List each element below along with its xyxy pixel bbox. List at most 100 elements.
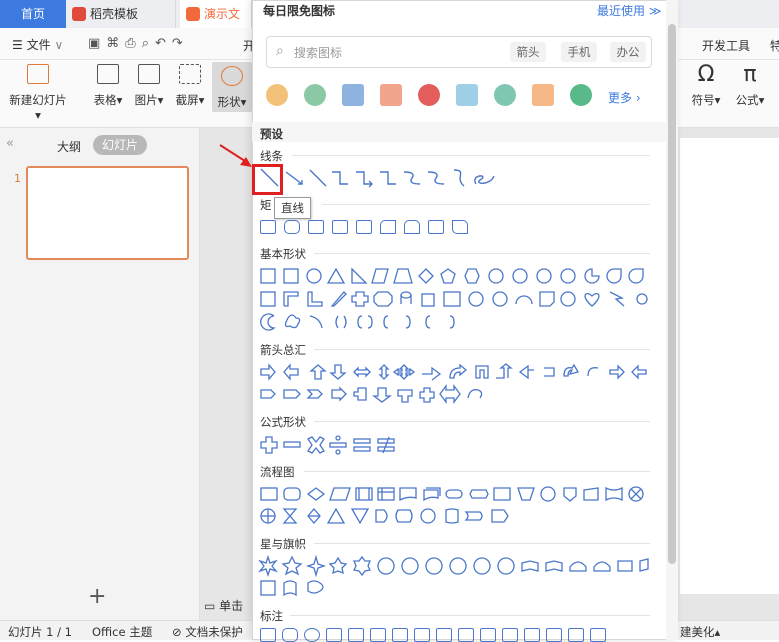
slide-thumbnail[interactable] — [26, 166, 189, 260]
round-diag2-rect-shape[interactable] — [452, 220, 468, 234]
screenshot-button[interactable]: 截屏▾ — [172, 64, 208, 108]
shapes-label: 形状 — [217, 95, 241, 109]
omega-icon: Ω — [697, 62, 715, 87]
beautify-label: 建美化 — [680, 625, 715, 639]
print-icon[interactable]: ⎙ — [125, 36, 141, 51]
table-arrow: ▾ — [116, 93, 123, 107]
symbol-arrow: ▾ — [714, 93, 721, 107]
round2-rect-shape[interactable] — [404, 220, 420, 234]
tab-daoke-label: 稻壳模板 — [90, 7, 139, 21]
tab-outline[interactable]: 大纲 — [57, 138, 81, 155]
redo-icon[interactable]: ↷ — [172, 36, 189, 51]
daily-free-icons-title: 每日限免图标 — [263, 4, 336, 18]
menu-dev-tools[interactable]: 开发工具 — [702, 37, 750, 54]
beautify-button[interactable]: 建美化▴ — [680, 624, 720, 640]
round-snip-rect-shape[interactable] — [380, 220, 396, 234]
tab-presentation[interactable]: 演示文稿 — [180, 0, 252, 49]
basic-shapes-grid — [260, 267, 648, 331]
callouts-section-title: 标注 — [260, 609, 283, 623]
doctor-icon[interactable] — [304, 84, 326, 106]
menu-special[interactable]: 特 — [770, 37, 779, 54]
slide-number: 1 — [14, 172, 21, 185]
symbol-button[interactable]: Ω 符号▾ — [688, 64, 724, 108]
format-painter-icon[interactable]: ⌘ — [106, 36, 125, 51]
chevron-right-icon: › — [635, 91, 641, 105]
medicine-icon[interactable] — [494, 84, 516, 106]
head-icon[interactable] — [266, 84, 288, 106]
pi-icon: π — [743, 62, 757, 87]
equation-section-title: 公式形状 — [260, 415, 306, 429]
arrow-shapes-grid — [260, 363, 647, 404]
tab-home[interactable]: 首页 — [0, 0, 66, 28]
shield-status-icon: ⊘ — [172, 625, 182, 639]
stars-section-title: 星与旗帜 — [260, 537, 306, 551]
file-label: 文件 — [26, 38, 51, 52]
file-menu[interactable]: ☰ 文件 ∨ — [12, 36, 63, 53]
tab-slides[interactable]: 幻灯片 — [93, 135, 147, 155]
search-tag-arrow[interactable]: 箭头 — [510, 42, 546, 62]
protect-label: 文档未保护 — [185, 625, 243, 639]
collapse-icon[interactable]: « — [6, 136, 14, 151]
protect-status[interactable]: ⊘ 文档未保护 — [172, 624, 243, 640]
lines-divider — [292, 155, 650, 156]
quick-access-toolbar: ▣⌘⎙⌕↶↷ — [88, 36, 189, 51]
notes-label: 单击 — [219, 599, 244, 613]
panel-scrollbar-thumb[interactable] — [668, 24, 676, 564]
callouts-divider — [290, 615, 650, 616]
notes-icon: ▭ — [204, 599, 216, 613]
undo-icon[interactable]: ↶ — [155, 36, 172, 51]
table-button[interactable]: 表格▾ — [90, 64, 126, 108]
round-diag-rect-shape[interactable] — [428, 220, 444, 234]
picture-arrow: ▾ — [157, 93, 164, 107]
stars-shapes-grid — [258, 555, 649, 597]
flowchart-divider — [304, 471, 650, 472]
picture-button[interactable]: 图片▾ — [131, 64, 167, 108]
tab-daoke[interactable]: 稻壳模板 — [66, 0, 176, 28]
monitor-icon[interactable] — [380, 84, 402, 106]
new-slide-button[interactable]: 新建幻灯片▾ — [8, 64, 68, 122]
preset-title: 预设 — [260, 127, 283, 141]
theme-name[interactable]: Office 主题 — [92, 624, 152, 640]
search-input[interactable]: 搜索图标 — [294, 44, 342, 61]
picture-icon — [138, 64, 160, 84]
search-tag-phone[interactable]: 手机 — [561, 42, 597, 62]
equation-divider — [314, 421, 650, 422]
preset-header — [252, 122, 666, 142]
preview-icon[interactable]: ⌕ — [142, 36, 155, 51]
line-shapes-row — [260, 168, 495, 188]
notes-prompt[interactable]: ▭ 单击 — [204, 597, 243, 614]
save-icon[interactable]: ▣ — [88, 36, 106, 51]
rect-shapes-row — [260, 220, 468, 234]
rounded-rect-shape[interactable] — [284, 220, 300, 234]
snip-diag-rect-shape[interactable] — [356, 220, 372, 234]
shapes-button[interactable]: 形状▾ — [212, 62, 252, 112]
search-tag-office[interactable]: 办公 — [610, 42, 646, 62]
rect-divider — [322, 204, 650, 205]
equation-button[interactable]: π 公式▾ — [730, 64, 770, 108]
snip2-rect-shape[interactable] — [332, 220, 348, 234]
report-icon[interactable] — [456, 84, 478, 106]
snip-rect-shape[interactable] — [308, 220, 324, 234]
search-icon: ⌕ — [276, 43, 284, 59]
more-icons-link[interactable]: 更多 › — [608, 89, 641, 106]
equation-shapes-row — [260, 435, 395, 455]
pointer-arrow-icon — [219, 144, 252, 167]
shapes-icon — [221, 66, 243, 86]
recent-link[interactable]: 最近使用 ≫ — [597, 2, 661, 19]
heart-icon[interactable] — [418, 84, 440, 106]
thermometer-icon[interactable] — [532, 84, 554, 106]
equation-arrow: ▾ — [758, 93, 765, 107]
shield-icon[interactable] — [570, 84, 592, 106]
double-chevron-right-icon: ≫ — [648, 4, 662, 18]
xray-icon[interactable] — [342, 84, 364, 106]
rectangle-shape[interactable] — [260, 220, 276, 234]
slide-canvas[interactable] — [680, 138, 779, 594]
add-slide-button[interactable]: + — [88, 584, 106, 609]
tooltip-line: 直线 — [274, 197, 311, 219]
basic-divider — [314, 253, 650, 254]
table-label: 表格 — [93, 93, 117, 107]
arrows-divider — [314, 349, 650, 350]
flowchart-shapes-grid — [260, 486, 644, 525]
picture-label: 图片 — [134, 93, 158, 107]
new-slide-label: 新建幻灯片 — [9, 93, 67, 107]
